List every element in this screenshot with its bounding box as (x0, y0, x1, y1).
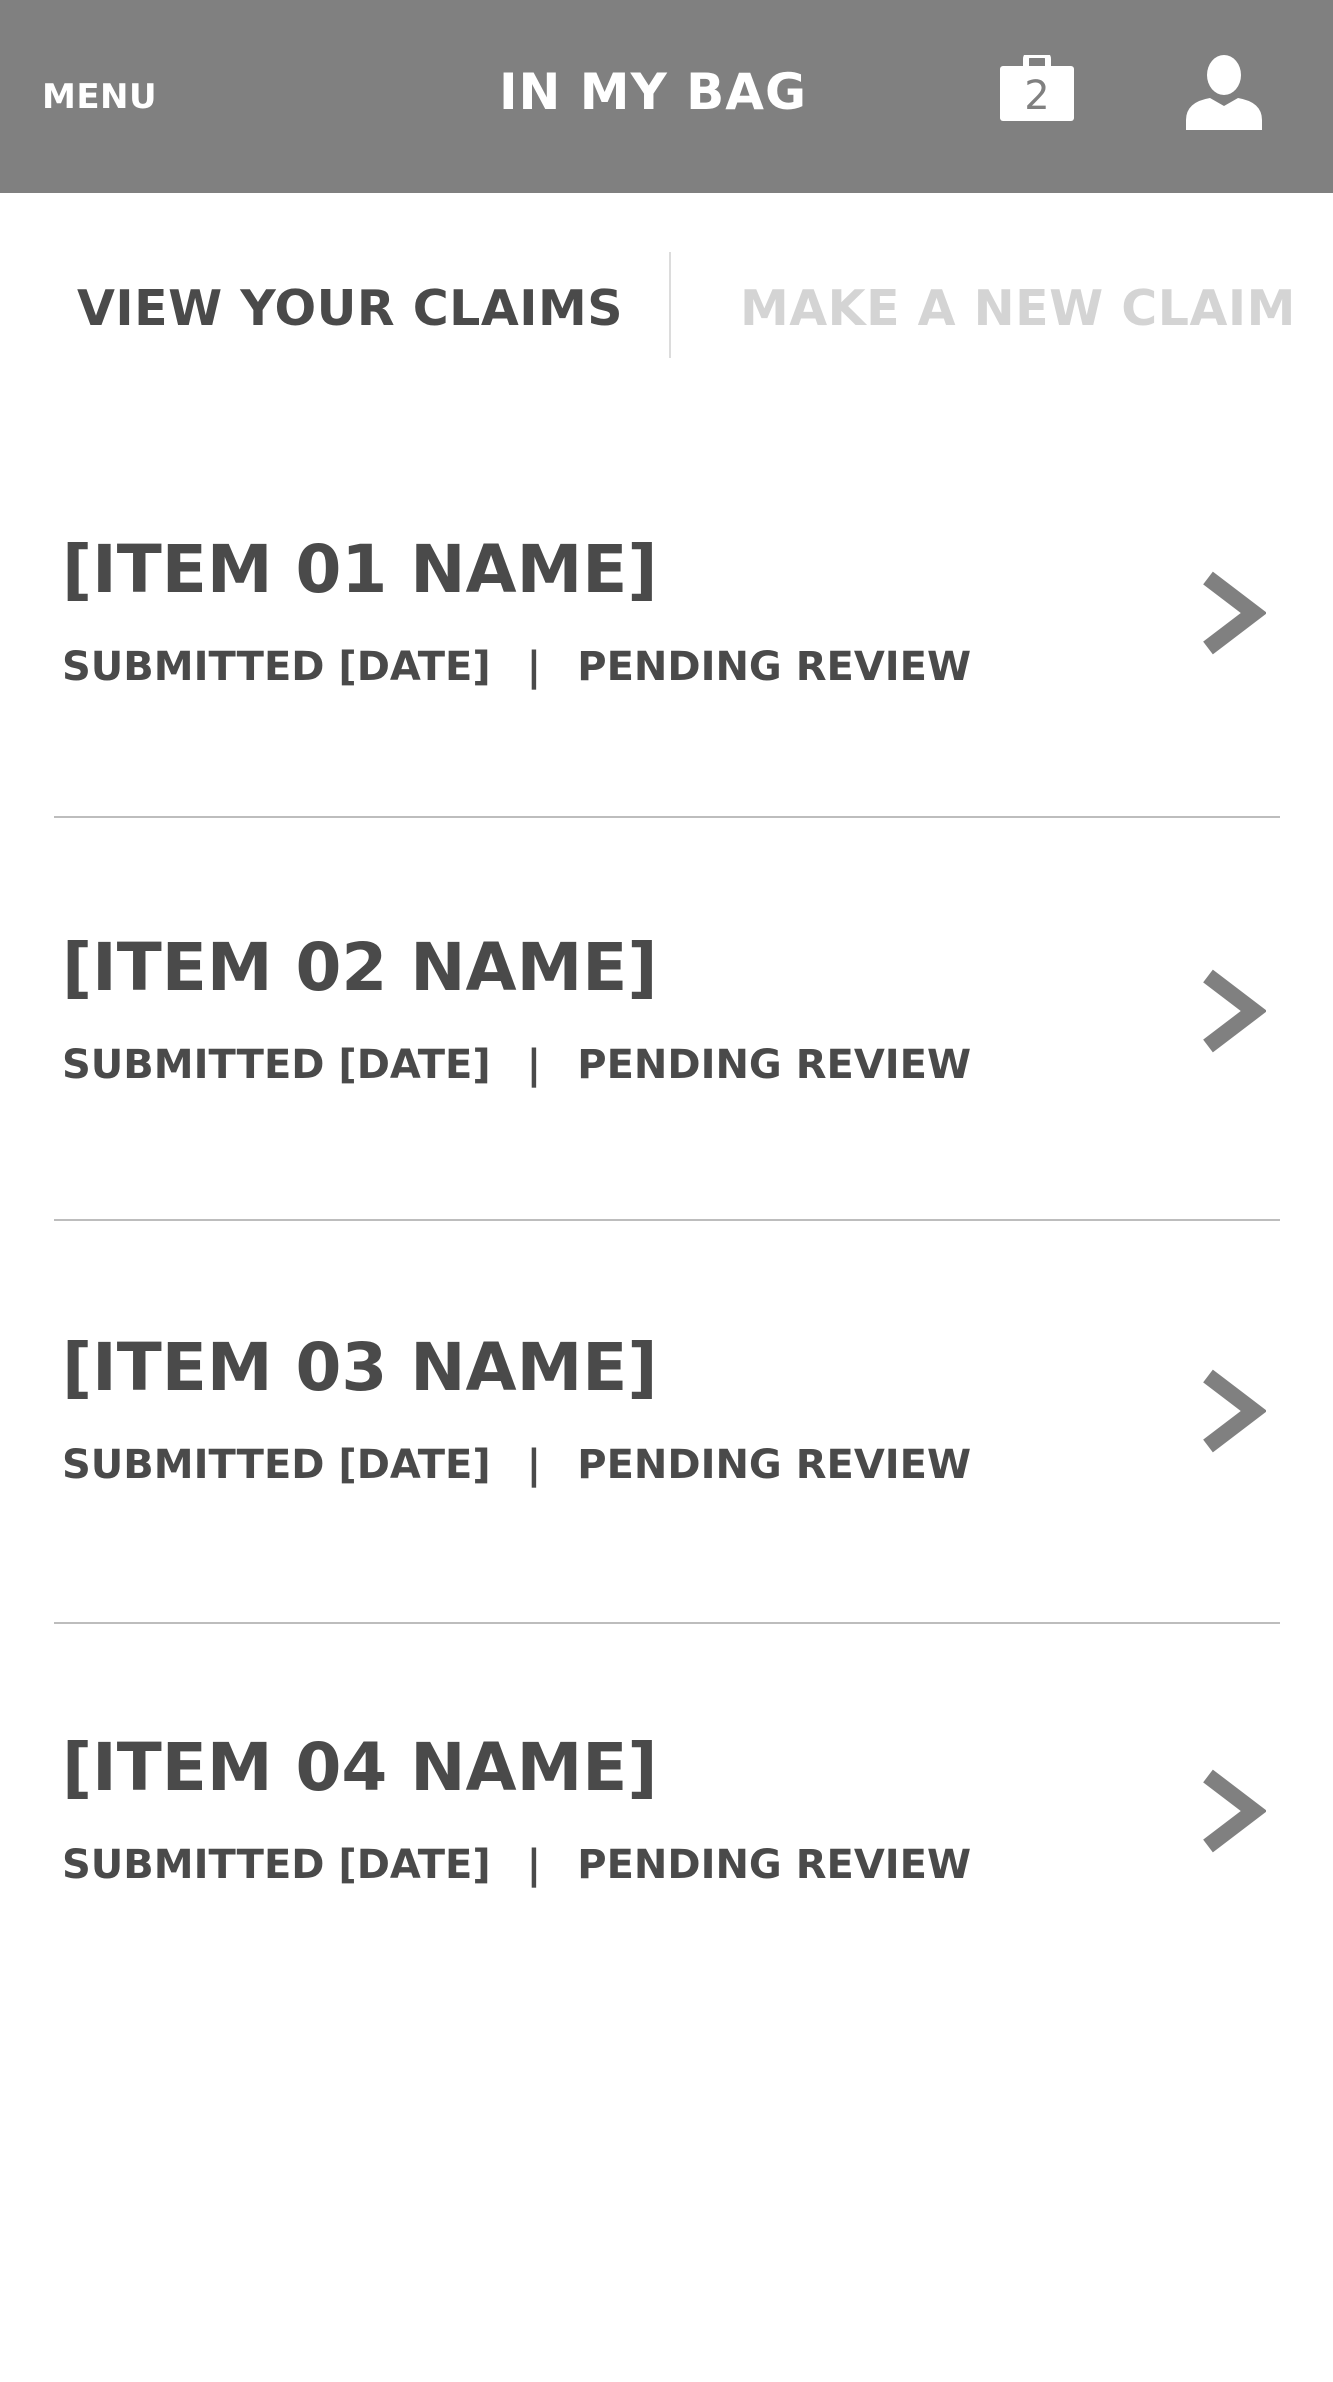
chevron-right-icon (1203, 1369, 1266, 1453)
profile-button[interactable] (1186, 54, 1262, 130)
claim-item-name: [ITEM 04 NAME] (62, 1729, 658, 1806)
meta-separator: | (526, 1042, 542, 1088)
bag-button[interactable]: 2 (1000, 55, 1074, 121)
claim-submitted-date: SUBMITTED [DATE] (62, 1042, 491, 1088)
chevron-right-icon (1203, 1769, 1266, 1853)
claim-row[interactable]: [ITEM 02 NAME] SUBMITTED [DATE] | PENDING … (0, 818, 1333, 1218)
claim-submitted-date: SUBMITTED [DATE] (62, 1842, 491, 1888)
chevron-right-icon (1203, 571, 1266, 655)
claim-item-name: [ITEM 02 NAME] (62, 929, 658, 1006)
meta-separator: | (526, 644, 542, 690)
claim-meta: SUBMITTED [DATE] | PENDING REVIEW (62, 1040, 971, 1090)
claim-row[interactable]: [ITEM 01 NAME] SUBMITTED [DATE] | PENDING … (0, 420, 1333, 820)
claim-status: PENDING REVIEW (577, 1442, 972, 1488)
chevron-right-icon (1203, 969, 1266, 1053)
bag-count-badge: 2 (1024, 73, 1050, 119)
claims-tabs: VIEW YOUR CLAIMS MAKE A NEW CLAIM (0, 193, 1333, 433)
meta-separator: | (526, 1842, 542, 1888)
claim-row[interactable]: [ITEM 03 NAME] SUBMITTED [DATE] | PENDING … (0, 1218, 1333, 1618)
claim-meta: SUBMITTED [DATE] | PENDING REVIEW (62, 642, 971, 692)
claim-item-name: [ITEM 01 NAME] (62, 531, 658, 608)
tab-view-your-claims[interactable]: VIEW YOUR CLAIMS (77, 279, 623, 339)
page-title: IN MY BAG (498, 63, 808, 121)
tab-make-a-new-claim[interactable]: MAKE A NEW CLAIM (740, 279, 1296, 339)
app-header: MENU IN MY BAG 2 (0, 0, 1333, 193)
claim-status: PENDING REVIEW (577, 644, 972, 690)
claim-item-name: [ITEM 03 NAME] (62, 1329, 658, 1406)
claim-status: PENDING REVIEW (577, 1042, 972, 1088)
claim-meta: SUBMITTED [DATE] | PENDING REVIEW (62, 1440, 971, 1490)
user-icon (1186, 55, 1262, 130)
claim-meta: SUBMITTED [DATE] | PENDING REVIEW (62, 1840, 971, 1890)
tab-divider (669, 252, 671, 358)
claim-row[interactable]: [ITEM 04 NAME] SUBMITTED [DATE] | PENDING … (0, 1618, 1333, 2018)
claim-submitted-date: SUBMITTED [DATE] (62, 644, 491, 690)
meta-separator: | (526, 1442, 542, 1488)
claim-submitted-date: SUBMITTED [DATE] (62, 1442, 491, 1488)
claim-status: PENDING REVIEW (577, 1842, 972, 1888)
